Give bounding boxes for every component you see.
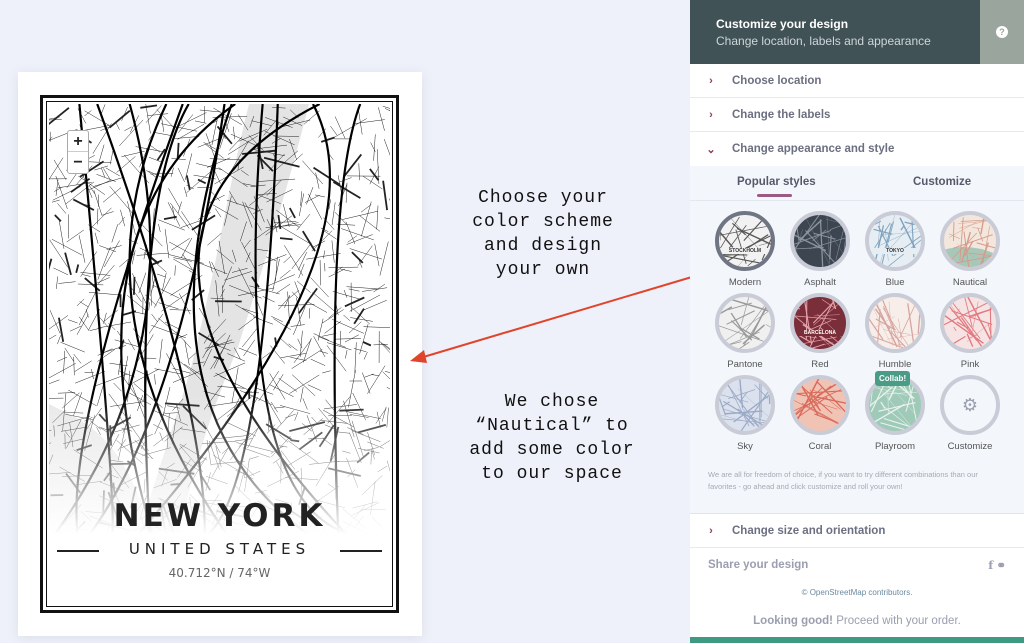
style-label: Playroom <box>874 441 916 452</box>
style-thumbnail <box>790 211 850 271</box>
style-preview-label: TOKYO <box>869 248 921 254</box>
style-label: Modern <box>728 277 762 288</box>
gear-icon: ⚙ <box>961 394 979 415</box>
style-option-pantone[interactable]: Pantone <box>715 293 775 370</box>
chevron-right-icon: › <box>709 74 713 87</box>
style-label: Coral <box>808 441 832 452</box>
style-preview-label: STOCKHOLM <box>719 248 771 254</box>
style-option-red[interactable]: BARCELONA Red <box>790 293 850 370</box>
style-thumbnail: TOKYO <box>865 211 925 271</box>
style-preview-label: BARCELONA <box>794 330 846 336</box>
help-button[interactable]: ? <box>980 0 1024 64</box>
active-tab-indicator <box>757 194 792 197</box>
style-label: Asphalt <box>804 277 836 288</box>
style-option-coral[interactable]: Coral <box>790 375 850 452</box>
section-change-labels[interactable]: › Change the labels <box>690 98 1024 132</box>
style-label: Customize <box>947 441 993 452</box>
link-icon[interactable]: ⚭ <box>996 560 1006 572</box>
chevron-right-icon: › <box>709 524 713 537</box>
panel-subtitle: Change location, labels and appearance <box>716 34 931 48</box>
share-row: Share your design f ⚭ <box>690 548 1024 582</box>
tab-popular-styles[interactable]: Popular styles <box>737 176 816 188</box>
style-thumbnail <box>790 375 850 435</box>
style-label: Sky <box>737 441 753 452</box>
chevron-right-icon: › <box>709 108 713 121</box>
style-label: Red <box>811 359 829 370</box>
style-label: Pantone <box>727 359 763 370</box>
proceed-text: Proceed with your order. <box>833 615 961 627</box>
osm-link[interactable]: OpenStreetMap contributors. <box>810 588 913 597</box>
copyright: © <box>801 588 810 597</box>
panel-title: Customize your design <box>716 17 849 31</box>
style-label: Nautical <box>952 277 988 288</box>
style-option-sky[interactable]: Sky <box>715 375 775 452</box>
section-label: Choose location <box>732 74 822 87</box>
help-icon: ? <box>996 26 1008 38</box>
style-label: Pink <box>960 359 980 370</box>
panel-header: Customize your design Change location, l… <box>690 0 1024 64</box>
chevron-down-icon: ⌄ <box>706 143 716 156</box>
style-option-customize[interactable]: ⚙ Customize <box>940 375 1000 452</box>
styles-section: Popular styles Customize STOCKHOLM Modern… <box>690 166 1024 514</box>
section-appearance[interactable]: ⌄ Change appearance and style <box>690 132 1024 166</box>
section-label: Change the labels <box>732 108 831 121</box>
style-thumbnail: BARCELONA <box>790 293 850 353</box>
style-thumbnail: STOCKHOLM <box>715 211 775 271</box>
style-label: Blue <box>885 277 905 288</box>
attribution: © OpenStreetMap contributors. <box>690 588 1024 597</box>
styles-description: We are all for freedom of choice, if you… <box>708 470 978 491</box>
style-option-nautical[interactable]: Nautical <box>940 211 1000 288</box>
section-label: Change appearance and style <box>732 143 895 155</box>
style-option-playroom[interactable]: Collab! Playroom <box>865 371 925 452</box>
style-thumbnail <box>715 375 775 435</box>
proceed-bold: Looking good! <box>753 615 833 627</box>
facebook-icon[interactable]: f <box>988 558 993 572</box>
style-label: Humble <box>878 359 912 370</box>
section-choose-location[interactable]: › Choose location <box>690 64 1024 98</box>
collab-badge: Collab! <box>875 371 911 386</box>
style-option-pink[interactable]: Pink <box>940 293 1000 370</box>
style-option-blue[interactable]: TOKYO Blue <box>865 211 925 288</box>
style-option-asphalt[interactable]: Asphalt <box>790 211 850 288</box>
style-thumbnail <box>940 293 1000 353</box>
style-option-humble[interactable]: Humble <box>865 293 925 370</box>
order-button-bar[interactable] <box>690 637 1024 643</box>
style-thumbnail: ⚙ <box>940 375 1000 435</box>
share-label: Share your design <box>708 559 809 571</box>
style-thumbnail <box>940 211 1000 271</box>
section-size-orientation[interactable]: › Change size and orientation <box>690 514 1024 548</box>
tab-customize[interactable]: Customize <box>913 176 971 188</box>
section-label: Change size and orientation <box>732 524 886 537</box>
style-option-modern[interactable]: STOCKHOLM Modern <box>715 211 775 288</box>
customize-panel: Customize your design Change location, l… <box>690 0 1024 643</box>
proceed-message: Looking good! Proceed with your order. <box>690 615 1024 627</box>
style-thumbnail <box>715 293 775 353</box>
style-thumbnail <box>865 293 925 353</box>
